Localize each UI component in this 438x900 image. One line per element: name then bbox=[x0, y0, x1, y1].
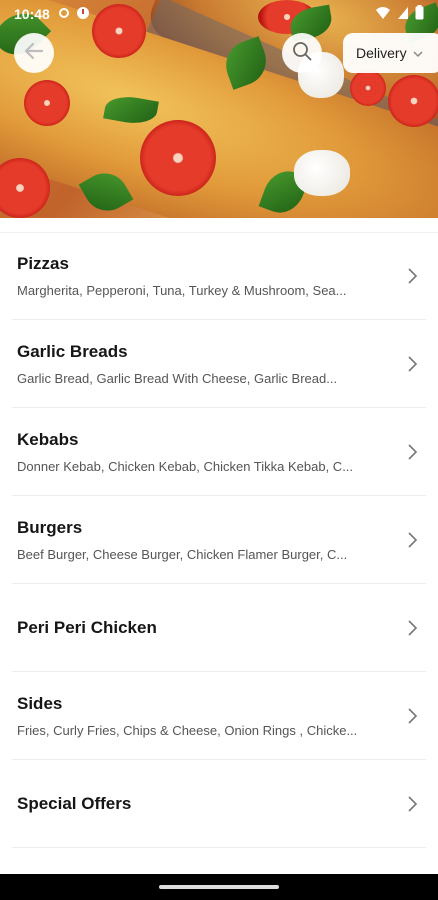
chevron-right-icon bbox=[400, 704, 424, 728]
settings-icon bbox=[58, 6, 70, 22]
arrow-left-icon bbox=[23, 40, 45, 67]
hero-image: 10:48 Delivery bbox=[0, 0, 438, 218]
category-description: Margherita, Pepperoni, Tuna, Turkey & Mu… bbox=[17, 282, 347, 298]
category-description: Donner Kebab, Chicken Kebab, Chicken Tik… bbox=[17, 458, 354, 474]
category-item-sides[interactable]: Sides Fries, Curly Fries, Chips & Cheese… bbox=[12, 672, 426, 760]
category-description: Fries, Curly Fries, Chips & Cheese, Onio… bbox=[17, 722, 358, 738]
status-time: 10:48 bbox=[14, 6, 50, 22]
category-item-special-offers[interactable]: Special Offers bbox=[12, 760, 426, 848]
wifi-icon bbox=[375, 6, 391, 23]
category-item-peri-peri-chicken[interactable]: Peri Peri Chicken bbox=[12, 584, 426, 672]
category-title: Kebabs bbox=[17, 429, 79, 449]
category-item-pizzas[interactable]: Pizzas Margherita, Pepperoni, Tuna, Turk… bbox=[12, 232, 426, 320]
order-mode-label: Delivery bbox=[356, 45, 407, 61]
chevron-right-icon bbox=[400, 352, 424, 376]
category-title: Pizzas bbox=[17, 253, 69, 273]
chevron-right-icon bbox=[400, 528, 424, 552]
category-title: Burgers bbox=[17, 517, 83, 537]
category-description: Garlic Bread, Garlic Bread With Cheese, … bbox=[17, 370, 338, 386]
search-button[interactable] bbox=[282, 33, 322, 73]
home-gesture-handle[interactable] bbox=[159, 885, 279, 889]
category-title: Sides bbox=[17, 693, 63, 713]
category-list: Pizzas Margherita, Pepperoni, Tuna, Turk… bbox=[0, 218, 438, 874]
order-mode-dropdown[interactable]: Delivery bbox=[343, 33, 438, 73]
signal-icon bbox=[397, 6, 409, 23]
chevron-right-icon bbox=[400, 264, 424, 288]
battery-icon bbox=[415, 5, 424, 23]
category-title: Peri Peri Chicken bbox=[17, 617, 157, 637]
chevron-down-icon bbox=[413, 45, 423, 61]
category-description: Beef Burger, Cheese Burger, Chicken Flam… bbox=[17, 546, 348, 562]
status-bar: 10:48 bbox=[0, 0, 438, 28]
notification-icon bbox=[76, 6, 90, 23]
category-item-burgers[interactable]: Burgers Beef Burger, Cheese Burger, Chic… bbox=[12, 496, 426, 584]
search-icon bbox=[291, 40, 313, 67]
chevron-right-icon bbox=[400, 440, 424, 464]
chevron-right-icon bbox=[400, 616, 424, 640]
back-button[interactable] bbox=[14, 33, 54, 73]
system-navigation-bar bbox=[0, 874, 438, 900]
category-item-kebabs[interactable]: Kebabs Donner Kebab, Chicken Kebab, Chic… bbox=[12, 408, 426, 496]
category-item-garlic-breads[interactable]: Garlic Breads Garlic Bread, Garlic Bread… bbox=[12, 320, 426, 408]
category-title: Special Offers bbox=[17, 793, 132, 813]
category-title: Garlic Breads bbox=[17, 341, 128, 361]
chevron-right-icon bbox=[400, 792, 424, 816]
